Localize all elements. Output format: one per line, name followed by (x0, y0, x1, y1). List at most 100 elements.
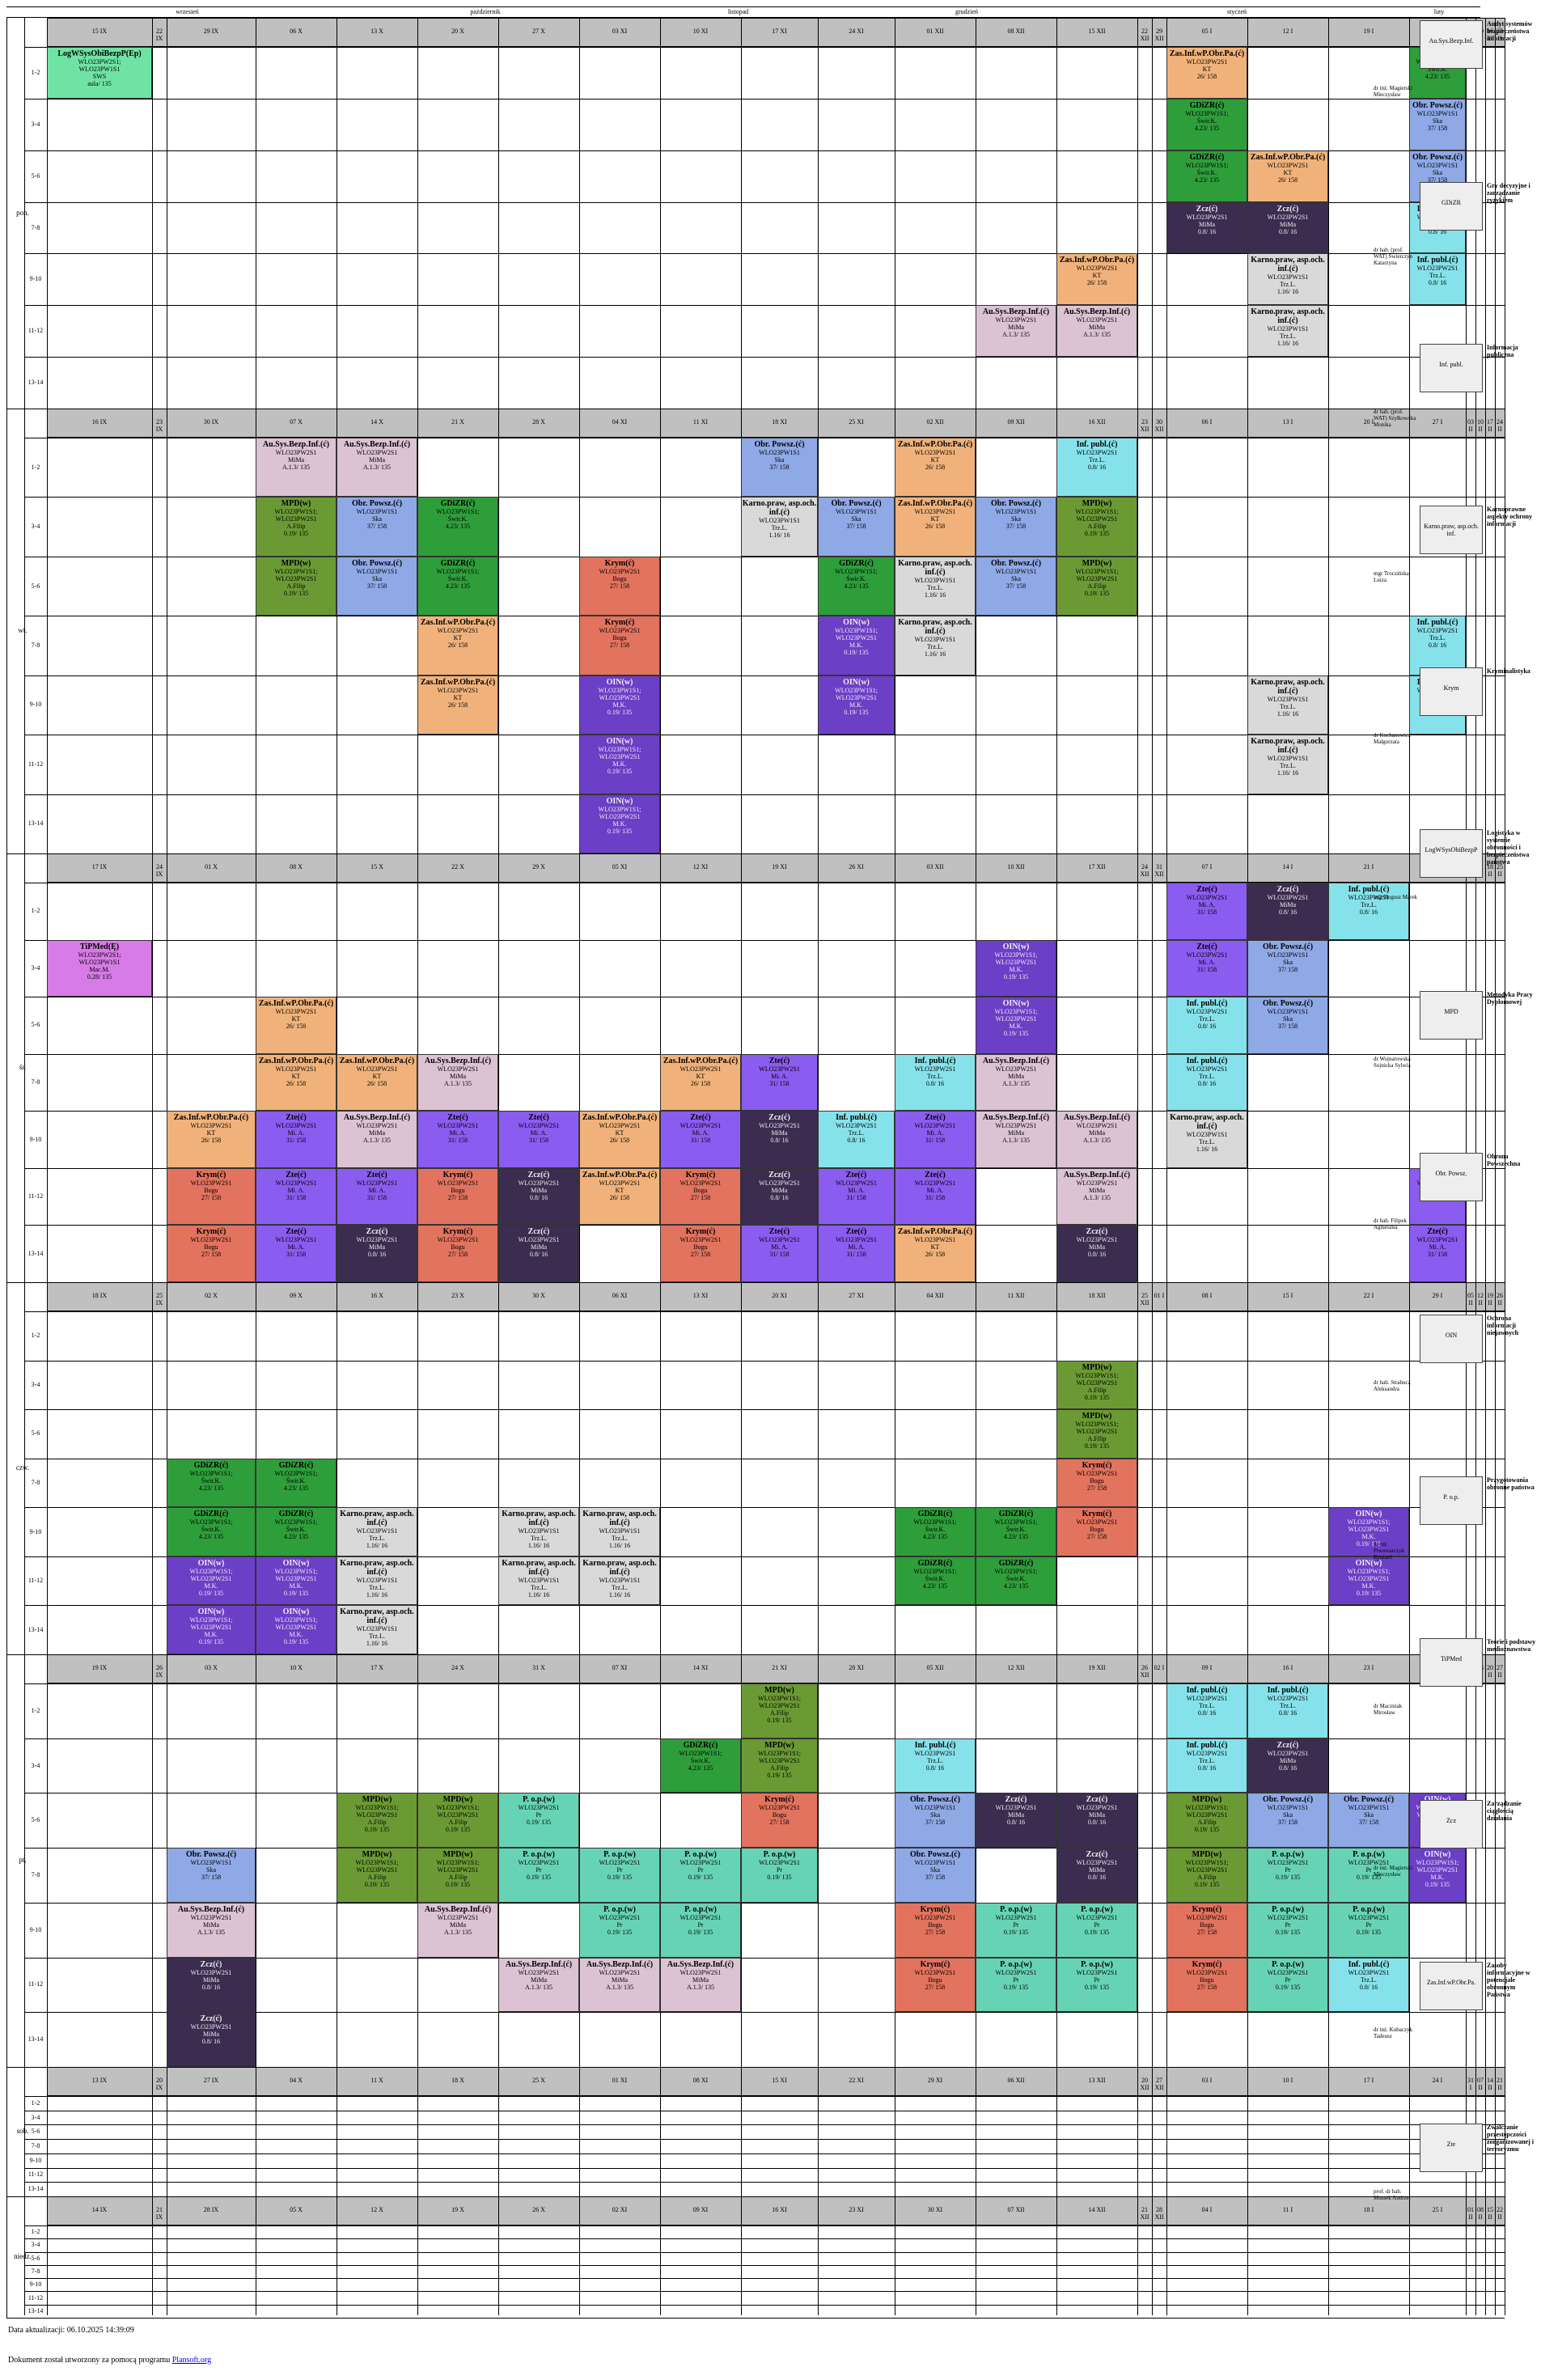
class-block[interactable]: P. o.p.(w) WLO23PW2S1 Pr 0.19/ 135 (660, 1848, 741, 1903)
class-block[interactable]: Obr. Powsz.(ć) WLO23PW1S1 Ska 37/ 158 (1328, 1793, 1409, 1849)
class-block[interactable]: Zcz(ć) WLO23PW2S1 MiMa 0.8/ 16 (976, 1793, 1056, 1849)
class-block[interactable]: MPD(w) WLO23PW1S1; WLO23PW2S1 A.Filip 0.19/ … (417, 1848, 498, 1903)
class-block[interactable]: Inf. publ.(ć)WLO23PW2S1Trz.L.0.8/ 16 (1056, 438, 1137, 498)
class-block[interactable]: Au.Sys.Bezp.Inf.(ć) WLO23PW2S1 MiMa A.1.3/ … (417, 1053, 498, 1112)
class-block[interactable]: Obr. Powsz.(ć) WLO23PW1S1 Ska 37/ 158 (741, 438, 818, 498)
class-block[interactable]: Au.Sys.Bezp.Inf.(ć) WLO23PW2S1 MiMa A.1.3/ … (579, 1957, 660, 2013)
class-block[interactable]: P. o.p.(w) WLO23PW2S1 Pr 0.19/ 135 (1328, 1902, 1409, 1958)
class-block[interactable]: Au.Sys.Bezp.Inf.(ć) WLO23PW2S1 MiMa A.1.3/ … (337, 438, 417, 498)
class-block[interactable]: Krym(ć) WLO23PW2S1 Bogu 27/ 158 (1166, 1957, 1247, 2013)
class-block[interactable]: Zas.Inf.wP.Obr.Pa.(ć) WLO23PW2S1 KT 26/ 158 (167, 1111, 256, 1168)
class-block[interactable]: Zcz(ć) WLO23PW2S1 MiMa 0.8/ 16 (741, 1111, 818, 1168)
class-block[interactable]: Zte(ć)WLO23PW2S1Mi. A.31/ 158 (895, 1167, 976, 1226)
class-block[interactable]: P. o.p.(w) WLO23PW2S1 Pr 0.19/ 135 (498, 1848, 579, 1903)
class-block[interactable]: Zcz(ć) WLO23PW2S1 MiMa 0.8/ 16 (1056, 1225, 1137, 1282)
class-block[interactable]: MPD(w) WLO23PW1S1; WLO23PW2S1 A.Filip 0.19/ … (1166, 1793, 1247, 1849)
class-block[interactable]: Obr. Powsz.(ć) WLO23PW1S1 Ska 37/ 158 (895, 1793, 976, 1849)
class-block[interactable]: P. o.p.(w) WLO23PW2S1 Pr 0.19/ 135 (1247, 1848, 1328, 1903)
class-block[interactable]: MPD(w) WLO23PW1S1; WLO23PW2S1 A.Filip 0.19/ … (1056, 1409, 1137, 1459)
class-block[interactable]: Krym(ć) WLO23PW2S1 Bogu 27/ 158 (417, 1225, 498, 1282)
class-block[interactable]: GDiZR(ć)WLO23PW1S1;Świr.K.4.23/ 135 (976, 1507, 1056, 1556)
class-block[interactable]: Zte(ć)WLO23PW2S1Mi. A.31/ 158 (337, 1167, 417, 1226)
class-block[interactable]: MPD(w) WLO23PW1S1; WLO23PW2S1 A.Filip 0.19/ … (1056, 556, 1137, 616)
class-block[interactable]: Zte(ć)WLO23PW2S1Mi. A.31/ 158 (818, 1225, 895, 1282)
class-block[interactable]: Karno.praw, asp.och. inf.(ć) WLO23PW1S1 Tr… (579, 1556, 660, 1606)
class-block[interactable]: Zcz(ć) WLO23PW2S1 MiMa 0.8/ 16 (167, 1957, 256, 2013)
class-block[interactable]: Zas.Inf.wP.Obr.Pa.(ć) WLO23PW2S1 KT 26/ 158 (660, 1053, 741, 1112)
class-block[interactable]: OIN(w)WLO23PW1S1;WLO23PW2S1M.K.0.19/ 135 (167, 1605, 256, 1654)
class-block[interactable]: Krym(ć) WLO23PW2S1 Bogu 27/ 158 (660, 1167, 741, 1226)
class-block[interactable]: MPD(w) WLO23PW1S1; WLO23PW2S1 A.Filip 0.19/ … (741, 1683, 818, 1738)
class-block[interactable]: P. o.p.(w) WLO23PW2S1 Pr 0.19/ 135 (1056, 1957, 1137, 2013)
class-block[interactable]: GDiZR(ć)WLO23PW1S1;Świr.K.4.23/ 135 (256, 1458, 337, 1508)
class-block[interactable]: MPD(w) WLO23PW1S1; WLO23PW2S1 A.Filip 0.19/ … (1166, 1848, 1247, 1903)
class-block[interactable]: Krym(ć) WLO23PW2S1 Bogu 27/ 158 (660, 1225, 741, 1282)
class-block[interactable]: Zas.Inf.wP.Obr.Pa.(ć) WLO23PW2S1 KT 26/ 158 (895, 497, 976, 557)
class-block[interactable]: OIN(w)WLO23PW1S1;WLO23PW2S1M.K.0.19/ 135 (579, 735, 660, 794)
class-block[interactable]: Zte(ć)WLO23PW2S1Mi. A.31/ 158 (256, 1111, 337, 1168)
class-block[interactable]: OIN(w)WLO23PW1S1;WLO23PW2S1M.K.0.19/ 135 (1328, 1556, 1409, 1606)
class-block[interactable]: Au.Sys.Bezp.Inf.(ć) WLO23PW2S1 MiMa A.1.3/ … (167, 1902, 256, 1958)
class-block[interactable]: OIN(w)WLO23PW1S1;WLO23PW2S1M.K.0.19/ 135 (976, 997, 1056, 1054)
class-block[interactable]: Zas.Inf.wP.Obr.Pa.(ć) WLO23PW2S1 KT 26/ 158 (895, 438, 976, 498)
class-block[interactable]: Inf. publ.(ć)WLO23PW2S1Trz.L.0.8/ 16 (1166, 1738, 1247, 1793)
class-block[interactable]: Inf. publ.(ć)WLO23PW2S1Trz.L.0.8/ 16 (1328, 1957, 1409, 2013)
class-block[interactable]: Obr. Powsz.(ć) WLO23PW1S1 Ska 37/ 158 (895, 1848, 976, 1903)
class-block[interactable]: P. o.p.(w) WLO23PW2S1 Pr 0.19/ 135 (976, 1902, 1056, 1958)
class-block[interactable]: Obr. Powsz.(ć) WLO23PW1S1 Ska 37/ 158 (1247, 939, 1328, 997)
class-block[interactable]: Au.Sys.Bezp.Inf.(ć) WLO23PW2S1 MiMa A.1.3/ … (417, 1902, 498, 1958)
class-block[interactable]: Inf. publ.(ć)WLO23PW2S1Trz.L.0.8/ 16 (818, 1111, 895, 1168)
class-block[interactable]: P. o.p.(w) WLO23PW2S1 Pr 0.19/ 135 (1247, 1957, 1328, 2013)
class-block[interactable]: Au.Sys.Bezp.Inf.(ć) WLO23PW2S1 MiMa A.1.3/ … (256, 438, 337, 498)
class-block[interactable]: MPD(w) WLO23PW1S1; WLO23PW2S1 A.Filip 0.19/ … (1056, 497, 1137, 557)
class-block[interactable]: Inf. publ.(ć)WLO23PW2S1Trz.L.0.8/ 16 (1166, 997, 1247, 1054)
plansoft-link[interactable]: Plansoft.org (172, 2356, 211, 2365)
class-block[interactable]: P. o.p.(w) WLO23PW2S1 Pr 0.19/ 135 (498, 1793, 579, 1849)
class-block[interactable]: Obr. Powsz.(ć) WLO23PW1S1 Ska 37/ 158 (1247, 1793, 1328, 1849)
class-block[interactable]: Zte(ć)WLO23PW2S1Mi. A.31/ 158 (741, 1225, 818, 1282)
class-block[interactable]: Zte(ć)WLO23PW2S1Mi. A.31/ 158 (1166, 939, 1247, 997)
class-block[interactable]: Krym(ć) WLO23PW2S1 Bogu 27/ 158 (167, 1225, 256, 1282)
class-block[interactable]: Obr. Powsz.(ć) WLO23PW1S1 Ska 37/ 158 (976, 497, 1056, 557)
class-block[interactable]: Krym(ć) WLO23PW2S1 Bogu 27/ 158 (895, 1902, 976, 1958)
class-block[interactable]: MPD(w) WLO23PW1S1; WLO23PW2S1 A.Filip 0.19/ … (1056, 1360, 1137, 1410)
class-block[interactable]: Obr. Powsz.(ć) WLO23PW1S1 Ska 37/ 158 (818, 497, 895, 557)
class-block[interactable]: Zas.Inf.wP.Obr.Pa.(ć) WLO23PW2S1 KT 26/ 158 (1247, 150, 1328, 202)
class-block[interactable]: Obr. Powsz.(ć) WLO23PW1S1 Ska 37/ 158 (1247, 997, 1328, 1054)
class-block[interactable]: GDiZR(ć)WLO23PW1S1;Świr.K.4.23/ 135 (818, 556, 895, 616)
class-block[interactable]: GDiZR(ć)WLO23PW1S1;Świr.K.4.23/ 135 (256, 1507, 337, 1556)
class-block[interactable]: Zas.Inf.wP.Obr.Pa.(ć) WLO23PW2S1 KT 26/ 158 (579, 1167, 660, 1226)
class-block[interactable]: Zte(ć)WLO23PW2S1Mi. A.31/ 158 (256, 1167, 337, 1226)
class-block[interactable]: Inf. publ.(ć)WLO23PW2S1Trz.L.0.8/ 16 (895, 1053, 976, 1112)
class-block[interactable]: Zte(ć)WLO23PW2S1Mi. A.31/ 158 (818, 1167, 895, 1226)
class-block[interactable]: Zas.Inf.wP.Obr.Pa.(ć) WLO23PW2S1 KT 26/ 158 (1056, 253, 1137, 306)
class-block[interactable]: Inf. publ.(ć)WLO23PW2S1Trz.L.0.8/ 16 (1328, 883, 1409, 940)
class-block[interactable]: Zas.Inf.wP.Obr.Pa.(ć) WLO23PW2S1 KT 26/ 158 (256, 1053, 337, 1112)
class-block[interactable]: Obr. Powsz.(ć) WLO23PW1S1 Ska 37/ 158 (337, 556, 417, 616)
class-block[interactable]: Au.Sys.Bezp.Inf.(ć) WLO23PW2S1 MiMa A.1.3/ … (660, 1957, 741, 2013)
class-block[interactable]: OIN(w)WLO23PW1S1;WLO23PW2S1M.K.0.19/ 135 (579, 675, 660, 735)
class-block[interactable]: Karno.praw, asp.och. inf.(ć) WLO23PW1S1 Tr… (579, 1507, 660, 1556)
class-block[interactable]: Zcz(ć) WLO23PW2S1 MiMa 0.8/ 16 (498, 1225, 579, 1282)
class-block[interactable]: GDiZR(ć)WLO23PW1S1;Świr.K.4.23/ 135 (895, 1507, 976, 1556)
class-block[interactable]: Zas.Inf.wP.Obr.Pa.(ć) WLO23PW2S1 KT 26/ 158 (337, 1053, 417, 1112)
class-block[interactable]: Krym(ć) WLO23PW2S1 Bogu 27/ 158 (741, 1793, 818, 1849)
class-block[interactable]: MPD(w) WLO23PW1S1; WLO23PW2S1 A.Filip 0.19/ … (741, 1738, 818, 1793)
class-block[interactable]: Karno.praw, asp.och. inf.(ć) WLO23PW1S1 Tr… (1247, 305, 1328, 358)
class-block[interactable]: MPD(w) WLO23PW1S1; WLO23PW2S1 A.Filip 0.19/ … (417, 1793, 498, 1849)
class-block[interactable]: Zte(ć)WLO23PW2S1Mi. A.31/ 158 (895, 1111, 976, 1168)
class-block[interactable]: P. o.p.(w) WLO23PW2S1 Pr 0.19/ 135 (976, 1957, 1056, 2013)
class-block[interactable]: GDiZR(ć)WLO23PW1S1;Świr.K.4.23/ 135 (167, 1458, 256, 1508)
class-block[interactable]: Zcz(ć) WLO23PW2S1 MiMa 0.8/ 16 (337, 1225, 417, 1282)
class-block[interactable]: LogWSysObiBezpP(Ep) WLO23PW2S1; WLO23PW1S1… (47, 47, 152, 99)
class-block[interactable]: Au.Sys.Bezp.Inf.(ć) WLO23PW2S1 MiMa A.1.3/ … (976, 1053, 1056, 1112)
class-block[interactable]: Zte(ć)WLO23PW2S1Mi. A.31/ 158 (660, 1111, 741, 1168)
class-block[interactable]: Krym(ć) WLO23PW2S1 Bogu 27/ 158 (579, 556, 660, 616)
class-block[interactable]: P. o.p.(w) WLO23PW2S1 Pr 0.19/ 135 (1247, 1902, 1328, 1958)
class-block[interactable]: P. o.p.(w) WLO23PW2S1 Pr 0.19/ 135 (579, 1848, 660, 1903)
class-block[interactable]: GDiZR(ć)WLO23PW1S1;Świr.K.4.23/ 135 (1166, 98, 1247, 150)
class-block[interactable]: Obr. Powsz.(ć) WLO23PW1S1 Ska 37/ 158 (976, 556, 1056, 616)
class-block[interactable]: Au.Sys.Bezp.Inf.(ć) WLO23PW2S1 MiMa A.1.3/ … (1056, 1111, 1137, 1168)
class-block[interactable]: Karno.praw, asp.och. inf.(ć) WLO23PW1S1 Tr… (1247, 675, 1328, 735)
class-block[interactable]: Inf. publ.(ć)WLO23PW2S1Trz.L.0.8/ 16 (1409, 616, 1466, 675)
